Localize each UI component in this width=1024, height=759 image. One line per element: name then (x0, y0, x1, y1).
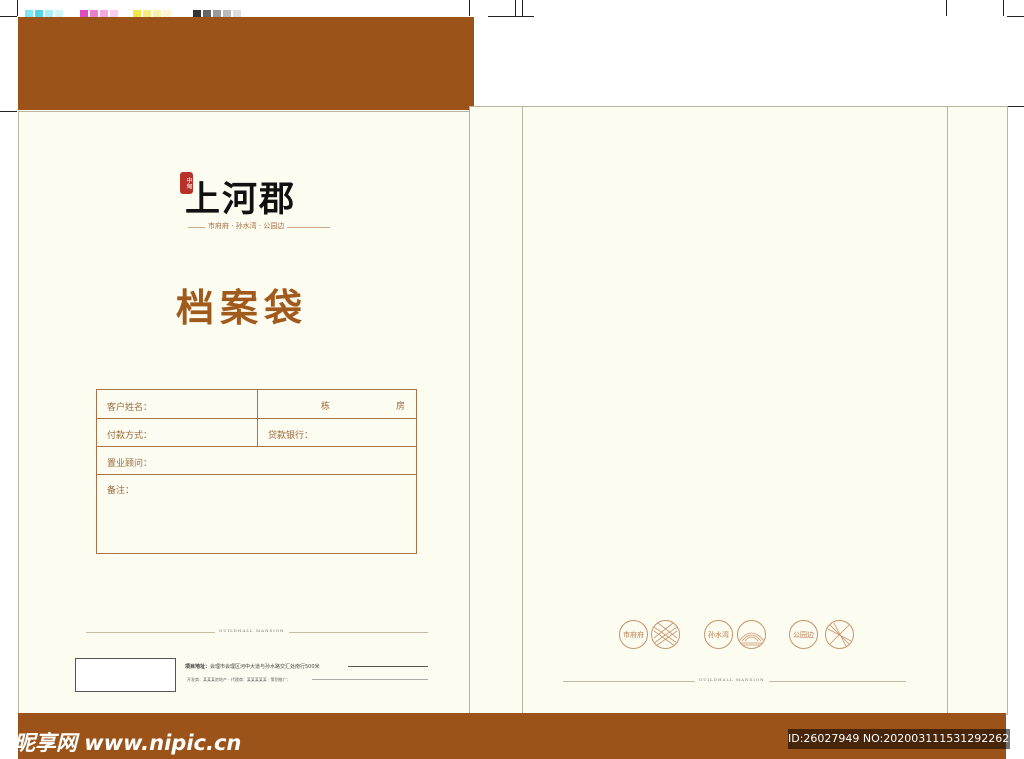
spine-panel (469, 106, 524, 715)
customer-name-label: 客户姓名： (107, 403, 153, 413)
back-brand-en: GUILDHALL MANSION (695, 677, 769, 682)
logo-tagline: 市府府 · 孙水湾 · 公园边 (205, 221, 288, 231)
bag-title: 档案袋 (176, 286, 309, 330)
cross-pattern-icon (825, 620, 854, 649)
crop-mark (515, 0, 516, 16)
address-text: 会理市会理区河中大道与孙水路交汇处南行500米 (210, 664, 320, 670)
crop-mark (1007, 16, 1024, 17)
wave-pattern-icon (737, 620, 766, 649)
info-form: 客户姓名： 栋 房 付款方式： 贷款银行： 置业顾问： 备注： (96, 389, 417, 554)
crop-mark (946, 0, 947, 16)
building-label: 栋 (321, 402, 331, 412)
logo-title: 上河郡 (185, 179, 297, 220)
watermark-site: 昵享网 www.nipic.cn (14, 731, 242, 755)
developer-line: 开发商：某某某房地产 · 代理商：某某某某某 · 策划推广： (187, 677, 291, 682)
crop-mark (17, 0, 18, 16)
fan-pattern-icon (651, 620, 680, 649)
side-flap (947, 106, 1008, 715)
fine-print-line (312, 679, 428, 680)
crop-mark (1003, 0, 1004, 16)
payment-method-label: 付款方式： (107, 431, 153, 441)
watermark-id: ID:26027949 NO:20200311153129226291 (788, 729, 1023, 749)
back-panel (522, 106, 949, 715)
crop-mark (1007, 106, 1024, 107)
crop-mark (0, 111, 17, 112)
seal-shifufu: 市府府 (619, 620, 648, 649)
barcode-box (75, 658, 176, 692)
crop-mark (0, 16, 17, 17)
seal-gongyuanbian: 公园边 (789, 620, 818, 649)
address-line (348, 666, 428, 667)
address-label: 项目地址： (185, 664, 211, 670)
brand-en: GUILDHALL MANSION (215, 628, 289, 633)
crop-mark (469, 0, 470, 16)
consultant-label: 置业顾问： (107, 459, 153, 469)
crop-mark (488, 16, 534, 17)
remarks-label: 备注： (107, 486, 135, 496)
loan-bank-label: 贷款银行： (268, 431, 314, 441)
seal-sunshuiwan: 孙水湾 (704, 620, 733, 649)
crop-mark (522, 0, 523, 16)
room-label: 房 (396, 402, 406, 412)
top-flap (18, 17, 474, 110)
